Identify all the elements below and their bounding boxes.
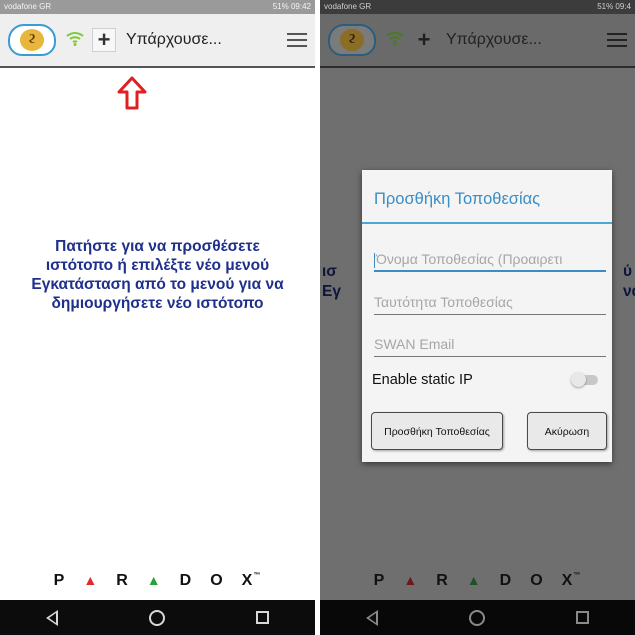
status-bar: vodafone GR 51% 09:42 xyxy=(0,0,315,14)
back-icon[interactable] xyxy=(365,609,378,626)
wifi-icon xyxy=(66,30,86,51)
instruction-line: Εγκατάσταση από το μενού για να xyxy=(31,276,284,293)
cloud-swan-logo-icon[interactable]: ϩ xyxy=(8,24,56,56)
green-triangle-icon: ▲ xyxy=(466,572,482,588)
red-triangle-icon: ▲ xyxy=(83,572,99,588)
add-site-button[interactable]: + xyxy=(92,28,116,52)
dialog-divider xyxy=(362,222,612,224)
cloud-swan-logo-icon: ϩ xyxy=(328,24,376,56)
brand-letter: P xyxy=(373,572,386,589)
screen-empty-state: vodafone GR 51% 09:42 ϩ + Υπάρχουσε... Π… xyxy=(0,0,315,635)
plus-icon: + xyxy=(412,28,436,52)
wifi-icon xyxy=(386,30,406,51)
app-bar: ϩ + Υπάρχουσε... xyxy=(320,14,635,68)
site-name-field[interactable]: Όνομα Τοποθεσίας (Προαιρετι xyxy=(374,246,606,272)
dimmed-instruction-fragment: ισ Εγ xyxy=(322,263,341,300)
status-time: 51% 09:4 xyxy=(597,2,631,11)
empty-state-instruction: Πατήστε για να προσθέσετε ιστότοπο ή επι… xyxy=(12,237,303,313)
recents-icon[interactable] xyxy=(256,611,270,624)
brand-letter: X™ xyxy=(561,572,582,589)
brand-letter: D xyxy=(179,572,193,589)
instruction-line: ιστότοπο ή επιλέξτε νέο μενού xyxy=(45,257,270,274)
paradox-logo: P ▲ R ▲ D O X™ xyxy=(0,572,315,590)
green-triangle-icon: ▲ xyxy=(146,572,162,588)
static-ip-label: Enable static IP xyxy=(372,372,473,388)
instruction-line: δημιουργήσετε νέο ιστότοπο xyxy=(51,295,264,312)
status-carrier: vodafone GR xyxy=(4,2,52,11)
app-bar: ϩ + Υπάρχουσε... xyxy=(0,14,315,68)
brand-letter: X™ xyxy=(241,572,262,589)
cancel-button[interactable]: Ακύρωση xyxy=(527,412,607,450)
brand-letter: O xyxy=(210,572,224,589)
site-selector[interactable]: Υπάρχουσε... xyxy=(126,31,241,49)
status-bar: vodafone GR 51% 09:4 xyxy=(320,0,635,14)
paradox-logo: P ▲ R ▲ D O X™ xyxy=(320,572,635,590)
home-icon[interactable] xyxy=(148,609,165,626)
status-time: 51% 09:42 xyxy=(272,2,311,11)
add-site-button[interactable]: Προσθήκη Τοποθεσίας xyxy=(371,412,503,450)
swan-email-field[interactable]: SWAN Email xyxy=(374,331,606,357)
home-icon[interactable] xyxy=(468,609,485,626)
brand-letter: R xyxy=(116,572,129,589)
dimmed-instruction-fragment: ύνα xyxy=(623,263,635,300)
status-carrier: vodafone GR xyxy=(324,2,372,11)
nav-bar xyxy=(320,600,635,635)
back-icon[interactable] xyxy=(45,609,58,626)
nav-bar xyxy=(0,600,315,635)
static-ip-row: Enable static IP xyxy=(372,372,598,388)
add-site-dialog: Προσθήκη Τοποθεσίας Όνομα Τοποθεσίας (Πρ… xyxy=(362,170,612,462)
site-selector: Υπάρχουσε... xyxy=(446,31,542,48)
menu-icon[interactable] xyxy=(287,33,307,47)
static-ip-toggle[interactable] xyxy=(571,372,598,387)
brand-letter: P xyxy=(53,572,66,589)
menu-icon xyxy=(607,33,627,47)
brand-letter: D xyxy=(499,572,513,589)
site-id-field[interactable]: Ταυτότητα Τοποθεσίας xyxy=(374,289,606,315)
brand-letter: R xyxy=(436,572,449,589)
up-arrow-icon xyxy=(117,76,147,110)
red-triangle-icon: ▲ xyxy=(403,572,419,588)
screen-add-site-dialog: vodafone GR 51% 09:4 ϩ + Υπάρχουσε... ισ… xyxy=(320,0,635,635)
dialog-title: Προσθήκη Τοποθεσίας xyxy=(374,190,541,208)
recents-icon[interactable] xyxy=(576,611,590,624)
brand-letter: O xyxy=(530,572,544,589)
instruction-line: Πατήστε για να προσθέσετε xyxy=(55,238,260,255)
